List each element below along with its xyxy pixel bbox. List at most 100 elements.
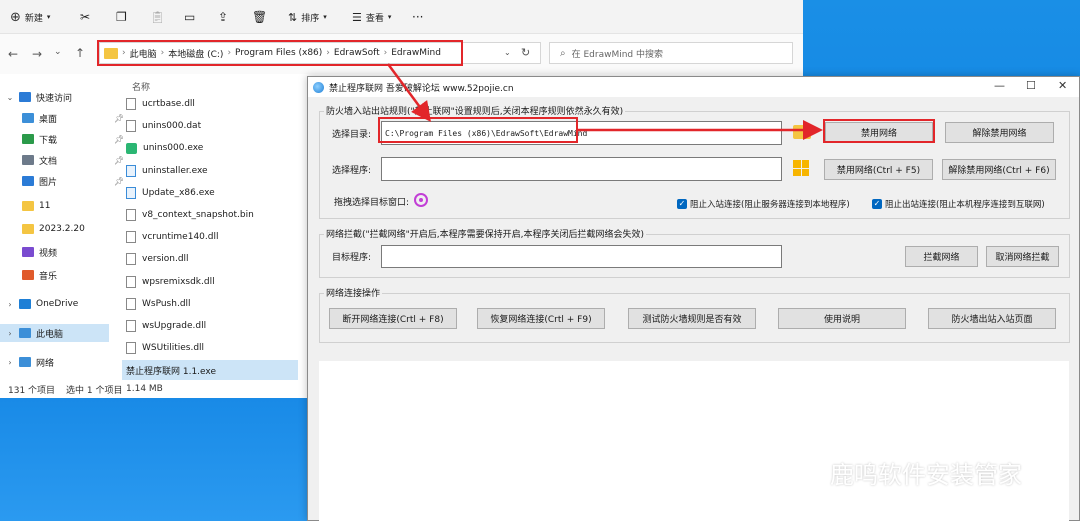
folder-icon[interactable] [793, 125, 811, 139]
file-icon [126, 209, 136, 221]
nav-item[interactable]: 2023.2.20 [22, 220, 85, 238]
nav-item[interactable]: 下载 📌︎ [22, 130, 124, 148]
nav-item-label: 文档 [39, 156, 58, 167]
app-title-bar: 禁止程序联网 吾爱破解论坛 www.52pojie.cn [308, 77, 1079, 97]
file-icon [126, 320, 136, 332]
program-input[interactable] [381, 157, 782, 181]
nav-item-label: 此电脑 [36, 329, 64, 340]
nav-item-label: 网络 [36, 358, 55, 369]
file-icon [126, 164, 136, 177]
chevron-down-icon[interactable]: ⌄ [504, 48, 511, 57]
file-row[interactable]: uninstaller.exe [122, 161, 298, 181]
file-icon [126, 275, 136, 288]
nav-item-label: 快速访问 [36, 93, 73, 104]
selected-size: 1.14 MB [126, 384, 163, 394]
block-outbound-checkbox[interactable]: ✓ 阻止出站连接(阻止本机程序连接到互联网) [872, 198, 1045, 210]
nav-item[interactable]: ⌄ 快速访问 [6, 88, 72, 106]
nav-item[interactable]: 11 [22, 197, 50, 215]
file-row[interactable]: v8_context_snapshot.bin [122, 205, 298, 225]
crosshair-target-icon[interactable] [414, 193, 428, 207]
file-row[interactable]: version.dll [122, 249, 298, 269]
close-button[interactable]: ✕ [1058, 79, 1067, 92]
view-button[interactable]: ☰ 查看 ▾ [352, 8, 391, 26]
chevron-icon[interactable]: › [6, 358, 14, 367]
cancel-intercept-button[interactable]: 取消网络拦截 [986, 246, 1059, 267]
copy-button[interactable]: ❐ [116, 8, 127, 26]
file-icon [126, 120, 136, 133]
nav-item[interactable]: › 此电脑 [0, 324, 109, 342]
file-row[interactable]: WsPush.dll [122, 294, 298, 314]
up-arrow-icon[interactable]: ↑ [75, 46, 85, 60]
nav-item-label: 视频 [39, 248, 58, 259]
firewall-page-button[interactable]: 防火墙出站入站页面 [928, 308, 1056, 329]
test-firewall-rule-button[interactable]: 测试防火墙规则是否有效 [628, 308, 756, 329]
maximize-button[interactable]: ☐ [1026, 79, 1036, 92]
nav-item-label: 图片 [39, 177, 58, 188]
file-row[interactable]: unins000.exe [122, 138, 298, 158]
search-box[interactable]: ⌕ 在 EdrawMind 中搜索 [549, 42, 793, 64]
target-program-input[interactable] [381, 245, 782, 268]
checkmark-icon: ✓ [872, 199, 882, 209]
file-row[interactable]: vcruntime140.dll [122, 227, 298, 247]
help-button[interactable]: 使用说明 [778, 308, 906, 329]
file-icon [126, 98, 136, 110]
restore-network-button[interactable]: 恢复网络连接(Crtl + F9) [477, 308, 605, 329]
back-arrow-icon[interactable]: ← [8, 47, 18, 61]
file-name: v8_context_snapshot.bin [142, 210, 254, 220]
target-program-label: 目标程序: [332, 253, 372, 263]
file-row[interactable]: wpsremixsdk.dll [122, 272, 298, 292]
nav-item-label: 11 [39, 201, 51, 211]
file-name: unins000.dat [142, 121, 202, 132]
file-icon [126, 231, 136, 244]
unblock-network-hotkey-button[interactable]: 解除禁用网络(Ctrl + F6) [942, 159, 1056, 180]
file-row[interactable]: 禁止程序联网 1.1.exe [122, 360, 298, 381]
watermark-text: 鹿鸣软件安装管家 [830, 461, 1022, 489]
app-icon [313, 81, 324, 93]
minimize-button[interactable]: — [994, 79, 1005, 92]
forward-arrow-icon[interactable]: → [32, 47, 42, 61]
chevron-icon[interactable]: › [6, 329, 14, 338]
chevron-icon[interactable]: ⌄ [6, 93, 14, 102]
watermark: 鹿鸣软件安装管家 [792, 455, 1022, 490]
output-area [319, 361, 1069, 521]
unblock-network-button[interactable]: 解除禁用网络 [945, 122, 1054, 143]
rename-button[interactable]: ▭ [184, 8, 195, 26]
nav-item-label: 下载 [39, 135, 58, 146]
paste-button[interactable]: 📋︎ [150, 8, 165, 26]
wechat-icon [792, 461, 822, 485]
nav-item[interactable]: 桌面 📌︎ [22, 109, 124, 127]
new-button[interactable]: ⊕ 新建 ▾ [10, 8, 50, 26]
delete-button[interactable]: 🗑︎ [252, 8, 267, 26]
file-row[interactable]: wsUpgrade.dll [122, 316, 298, 336]
block-network-hotkey-button[interactable]: 禁用网络(Ctrl + F5) [824, 159, 933, 180]
file-row[interactable]: unins000.dat [122, 116, 298, 136]
file-name: 禁止程序联网 1.1.exe [126, 366, 217, 377]
file-name: version.dll [142, 254, 189, 265]
sort-button[interactable]: ⇅ 排序 ▾ [288, 8, 327, 26]
nav-item[interactable]: 文档 📌︎ [22, 151, 124, 169]
block-inbound-checkbox[interactable]: ✓ 阻止入站连接(阻止服务器连接到本地程序) [677, 198, 850, 210]
folder-icon [22, 155, 34, 165]
file-row[interactable]: ucrtbase.dll [122, 94, 298, 114]
nav-item[interactable]: 音乐 [22, 266, 57, 284]
file-row[interactable]: WSUtilities.dll [122, 338, 298, 358]
file-row[interactable]: Update_x86.exe [122, 183, 298, 203]
nav-item[interactable]: › OneDrive [6, 295, 78, 313]
file-icon [126, 342, 136, 355]
share-button[interactable]: ⇪ [218, 8, 228, 26]
windows-app-icon[interactable] [793, 160, 809, 176]
chevron-down-icon[interactable]: ⌄ [54, 47, 62, 57]
refresh-icon[interactable]: ↻ [521, 46, 530, 59]
nav-item[interactable]: 视频 [22, 243, 57, 261]
column-header-name[interactable]: 名称 [132, 80, 150, 93]
folder-icon [22, 270, 34, 280]
nav-item[interactable]: 图片 📌︎ [22, 172, 124, 190]
chevron-icon[interactable]: › [6, 300, 14, 309]
more-button[interactable]: ··· [412, 8, 423, 26]
program-label: 选择程序: [332, 166, 372, 176]
file-name: ucrtbase.dll [142, 99, 195, 109]
cut-button[interactable]: ✂ [80, 8, 90, 26]
nav-item[interactable]: › 网络 [6, 353, 54, 371]
intercept-network-button[interactable]: 拦截网络 [905, 246, 978, 267]
disconnect-network-button[interactable]: 断开网络连接(Crtl + F8) [329, 308, 457, 329]
